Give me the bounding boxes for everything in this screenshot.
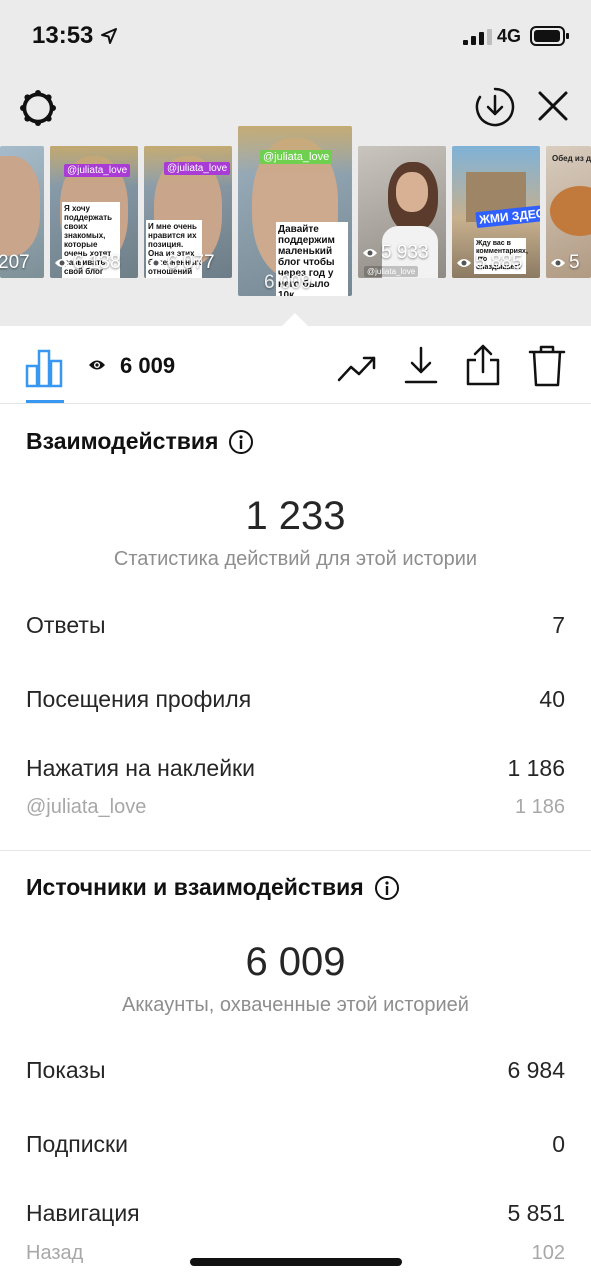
- story-face-image: [396, 172, 428, 212]
- trending-icon[interactable]: [336, 348, 380, 388]
- story-mention-tag: @juliata_love: [364, 266, 419, 277]
- section-divider: [0, 850, 591, 851]
- profile-visits-label: Посещения профиля: [26, 686, 252, 712]
- story-thumbnail[interactable]: ЖМИ ЗДЕСЬ Жду вас в комментариях, кто оп…: [452, 146, 540, 278]
- reach-total: 6 009: [245, 940, 346, 984]
- reach-subtitle: Аккаунты, охваченные этой историей: [122, 994, 469, 1016]
- story-views: 5 885: [456, 252, 523, 274]
- sticker-taps-label: Нажатия на наклейки: [26, 755, 255, 781]
- battery-icon: [530, 26, 569, 46]
- story-views: 5: [550, 252, 580, 274]
- story-stats-toolbar: 6 009: [0, 326, 591, 404]
- sticker-mention-value: 1 186: [514, 796, 565, 818]
- location-arrow-icon: [101, 28, 117, 44]
- home-indicator[interactable]: [190, 1258, 402, 1266]
- discovery-title-text: Источники и взаимодействия: [26, 874, 364, 900]
- story-thumbnail[interactable]: @juliata_love И мне очень нравится их по…: [144, 146, 232, 278]
- trash-icon[interactable]: [527, 344, 567, 388]
- download-icon[interactable]: [402, 344, 440, 388]
- story-views-count: 6 077: [167, 252, 215, 273]
- eye-icon: [551, 259, 565, 267]
- close-icon[interactable]: [536, 88, 570, 124]
- interactions-section-title: Взаимодействия: [26, 428, 254, 455]
- story-views-count: 207: [0, 252, 30, 273]
- story-thumbnail-selected[interactable]: @juliata_love Давайте поддержим маленьки…: [238, 126, 352, 296]
- story-views: 6 077: [148, 252, 215, 274]
- story-views: 5 933: [362, 242, 429, 264]
- story-views-count: 6 009: [264, 272, 312, 293]
- story-mention-tag: @juliata_love: [64, 164, 131, 177]
- story-views-count: 5 933: [381, 242, 429, 263]
- views-count: 6 009: [120, 353, 176, 378]
- follows-label: Подписки: [26, 1131, 128, 1157]
- story-food-image: [550, 186, 591, 236]
- impressions-value: 6 984: [507, 1057, 565, 1083]
- eye-icon: [457, 259, 471, 267]
- network-type: 4G: [497, 26, 522, 46]
- story-views-count: 6 138: [73, 252, 121, 273]
- story-caption: Обед из д...: [552, 154, 591, 163]
- eye-icon: [363, 249, 377, 257]
- share-icon[interactable]: [464, 342, 502, 388]
- story-thumbnail[interactable]: 207: [0, 146, 44, 278]
- follows-value: 0: [552, 1131, 565, 1157]
- story-thumbnail[interactable]: Обед из д... 5: [546, 146, 591, 278]
- signal-icon: [463, 29, 492, 45]
- bar-chart-icon[interactable]: [24, 348, 64, 388]
- impressions-label: Показы: [26, 1057, 106, 1083]
- profile-visits-value: 40: [539, 686, 565, 712]
- story-views-count: 5 885: [475, 252, 523, 273]
- info-icon[interactable]: [374, 875, 400, 901]
- navigation-value: 5 851: [507, 1200, 565, 1226]
- story-mention-tag: @juliata_love: [260, 150, 333, 164]
- story-views: 6 009: [264, 272, 312, 294]
- story-thumbnail[interactable]: @juliata_love Я хочу поддержать своих зн…: [50, 146, 138, 278]
- status-bar: 13:53 4G: [0, 0, 591, 72]
- navigation-label: Навигация: [26, 1200, 140, 1226]
- discovery-section-title: Источники и взаимодействия: [26, 874, 400, 901]
- story-face-image: [0, 156, 40, 256]
- story-views: 207: [0, 252, 30, 274]
- replies-label: Ответы: [26, 612, 106, 638]
- download-circle-icon[interactable]: [474, 86, 516, 128]
- eye-icon: [55, 259, 69, 267]
- story-thumbnail-strip: 207 @juliata_love Я хочу поддержать свои…: [0, 126, 591, 326]
- gear-icon[interactable]: [18, 88, 58, 128]
- back-label: Назад: [26, 1242, 84, 1264]
- back-value: 102: [531, 1242, 565, 1264]
- eye-icon: [89, 360, 105, 370]
- sticker-mention-label: @juliata_love: [26, 796, 147, 818]
- story-views-count: 5: [569, 252, 580, 273]
- interactions-subtitle: Статистика действий для этой истории: [113, 548, 478, 570]
- status-time: 13:53: [32, 22, 94, 49]
- story-mention-tag: @juliata_love: [164, 162, 231, 175]
- interactions-total: 1 233: [245, 494, 346, 538]
- story-thumbnail[interactable]: @juliata_love 5 933: [358, 146, 446, 278]
- replies-value: 7: [552, 612, 565, 638]
- active-tab-indicator: [26, 400, 64, 403]
- interactions-title-text: Взаимодействия: [26, 428, 219, 454]
- sticker-taps-value: 1 186: [507, 755, 565, 781]
- info-icon[interactable]: [228, 429, 254, 455]
- eye-icon: [149, 259, 163, 267]
- story-views: 6 138: [54, 252, 121, 274]
